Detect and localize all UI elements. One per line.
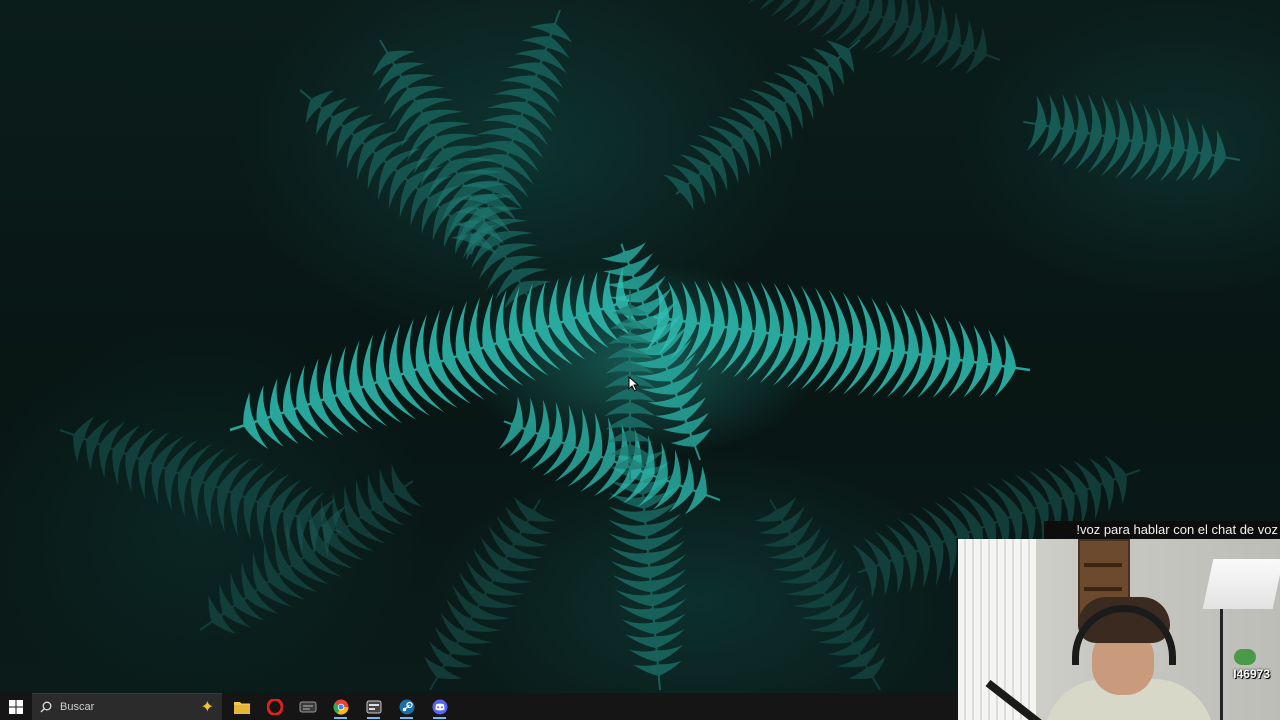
- softbox-light: [1202, 559, 1280, 609]
- stream-caption: !voz para hablar con el chat de voz: [1044, 521, 1280, 539]
- taskbar-app-steam[interactable]: [390, 693, 423, 720]
- taskbar-app-media-app[interactable]: [357, 693, 390, 720]
- steam-icon: [399, 699, 415, 715]
- game-icon: [299, 700, 317, 714]
- taskbar-app-opera[interactable]: [258, 693, 291, 720]
- taskbar-app-chrome[interactable]: [324, 693, 357, 720]
- media-icon: [366, 700, 382, 714]
- taskbar-app-game-app[interactable]: [291, 693, 324, 720]
- search-placeholder: Buscar: [60, 701, 95, 713]
- discord-icon: [432, 699, 448, 715]
- taskbar-app-discord[interactable]: [423, 693, 456, 720]
- folder-icon: [233, 700, 250, 714]
- webcam-feed: I46973: [958, 539, 1280, 720]
- start-button[interactable]: [0, 693, 32, 720]
- frog-emote-icon: [1234, 649, 1256, 665]
- sparkle-icon: ✦: [200, 699, 214, 716]
- taskbar-app-file-explorer[interactable]: [225, 693, 258, 720]
- taskbar-search[interactable]: Buscar ✦: [32, 693, 222, 720]
- chrome-icon: [332, 699, 349, 715]
- webcam-counter: I46973: [1233, 667, 1270, 681]
- opera-icon: [266, 698, 283, 715]
- search-icon: [40, 701, 52, 713]
- windows-logo-icon: [9, 699, 23, 714]
- mouse-cursor-icon: [628, 376, 640, 392]
